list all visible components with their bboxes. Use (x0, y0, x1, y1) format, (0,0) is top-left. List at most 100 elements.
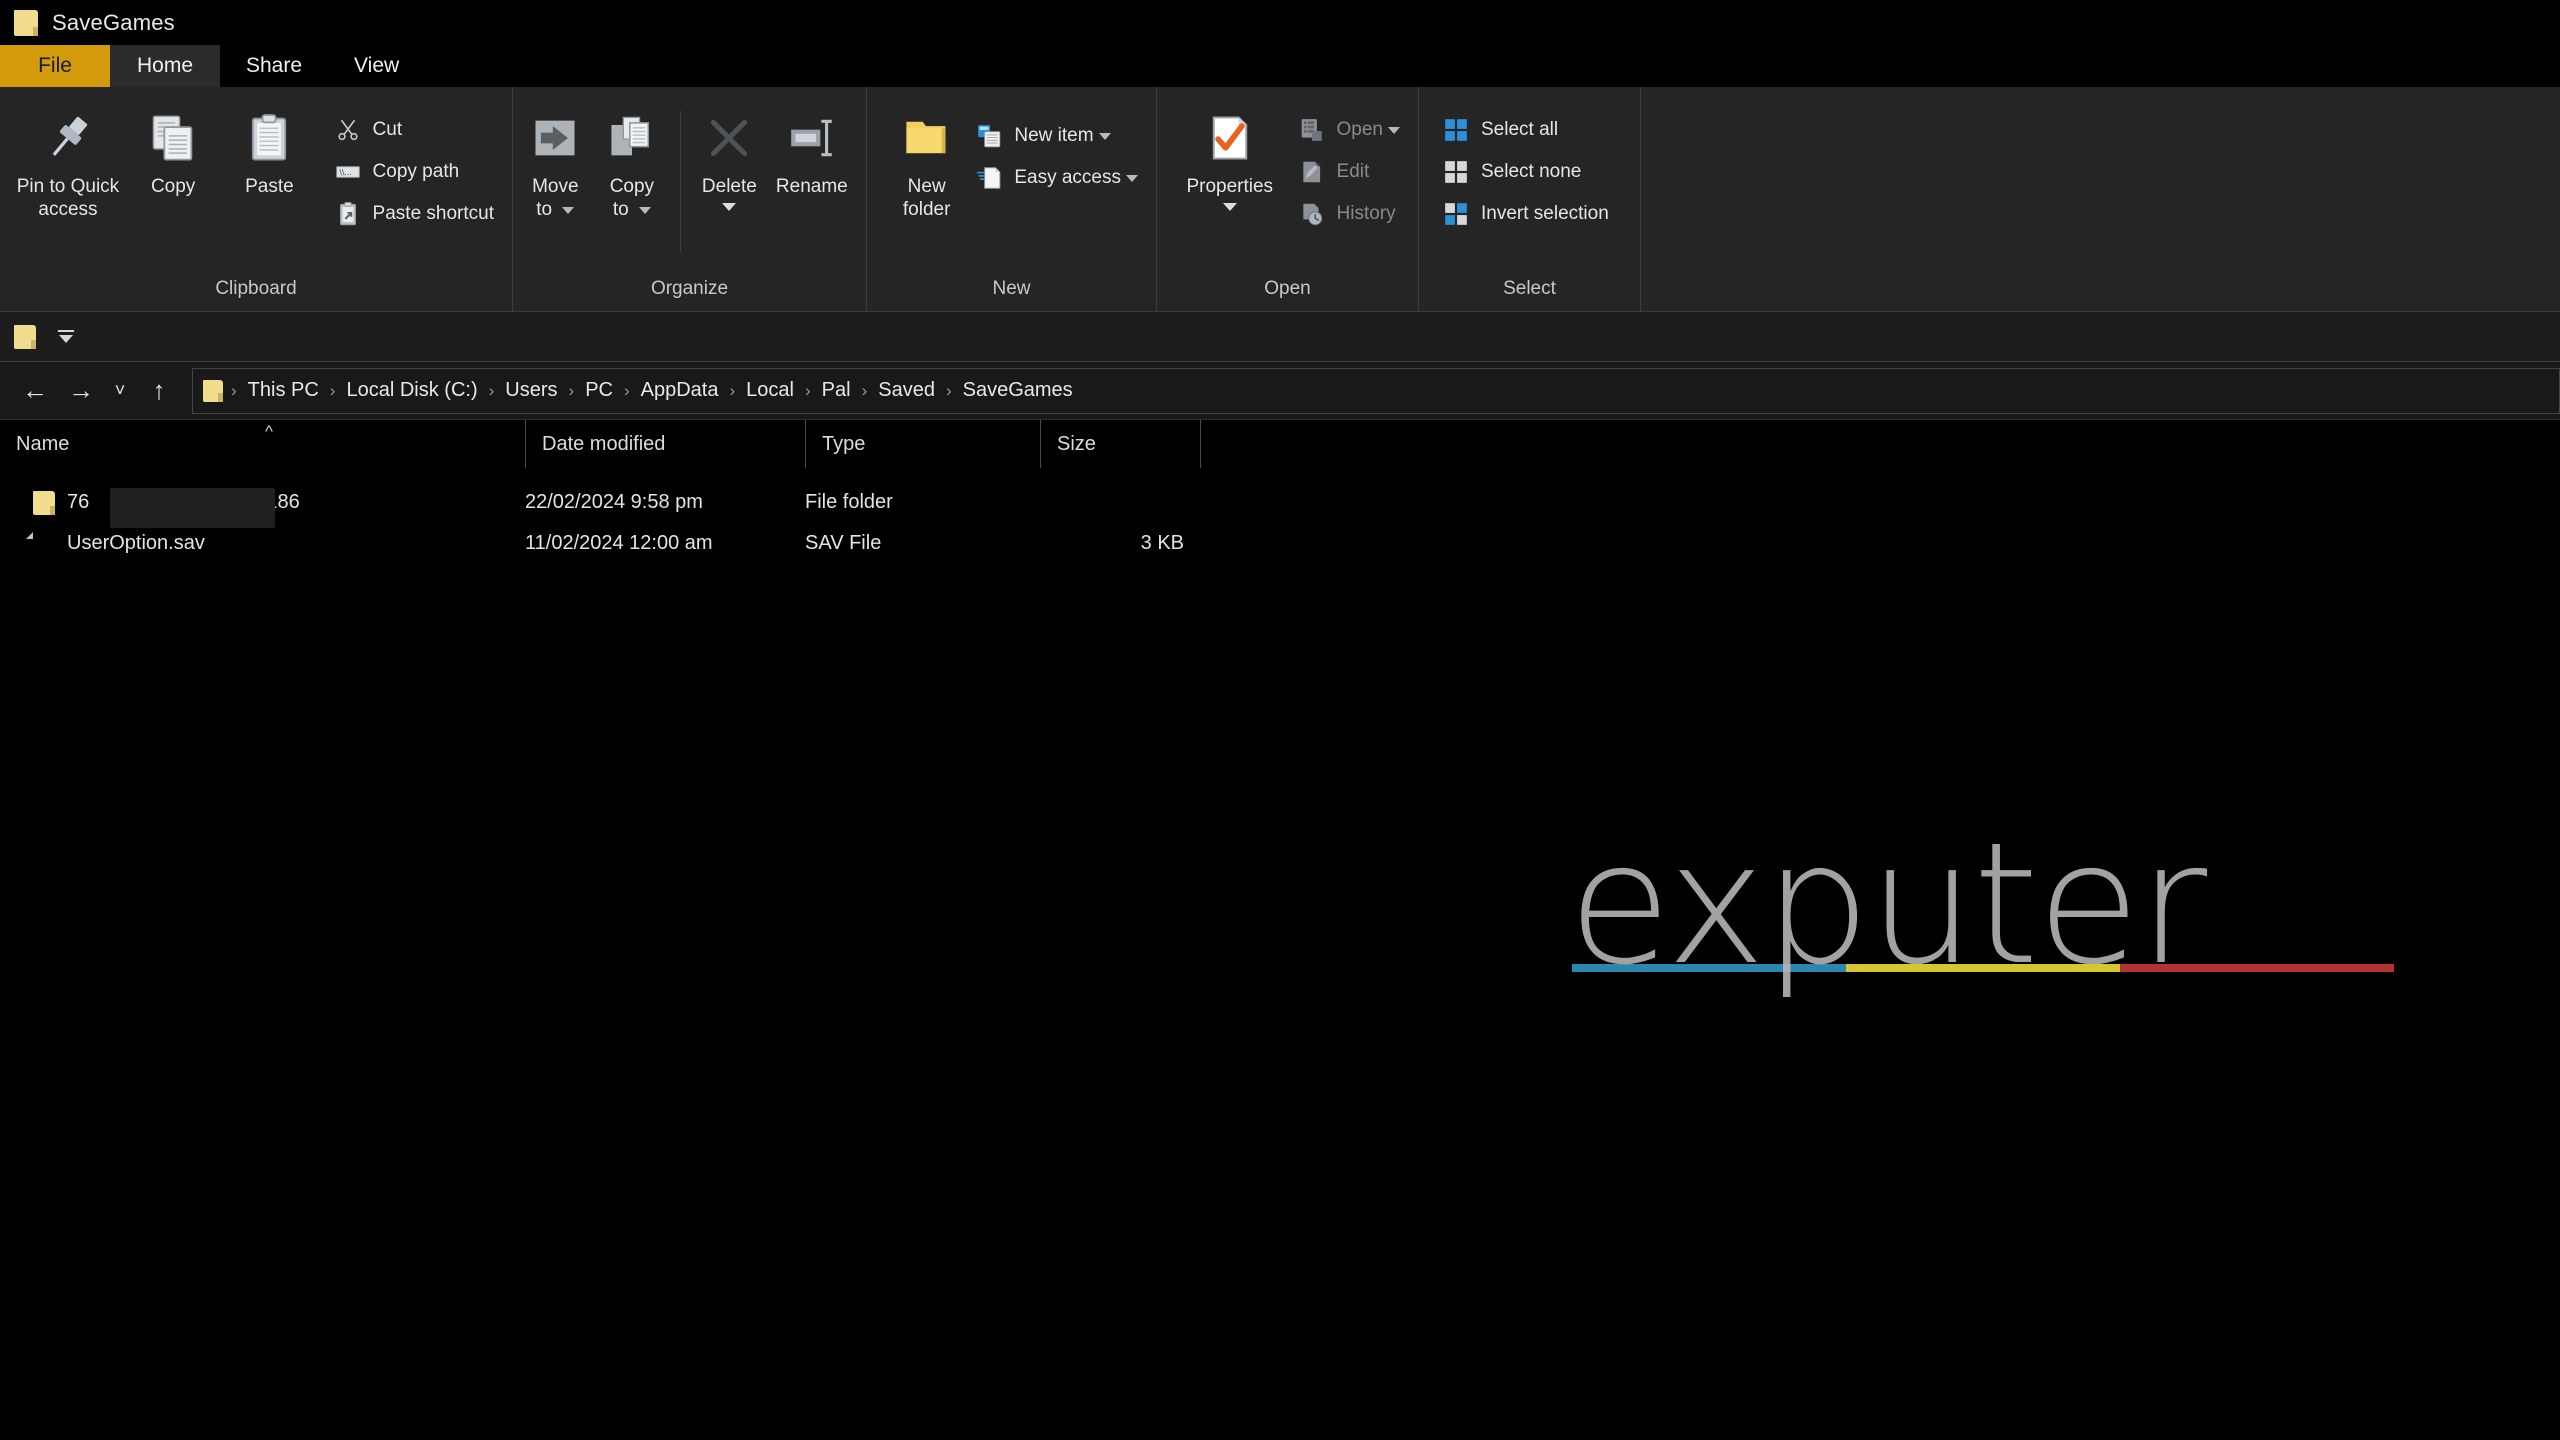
open-button[interactable]: Open (1293, 109, 1408, 151)
chevron-down-icon[interactable] (1126, 174, 1138, 182)
ribbon-group-label-open: Open (1264, 278, 1311, 299)
breadcrumb-local[interactable]: Local (737, 379, 803, 402)
column-header-row: ^ Name Date modified Type Size (0, 420, 2560, 468)
column-header-date-modified[interactable]: Date modified (525, 420, 805, 468)
move-to-icon (529, 107, 581, 169)
chevron-down-icon[interactable] (638, 206, 651, 214)
new-item-button[interactable]: New item (970, 115, 1146, 157)
folder-icon (33, 490, 55, 515)
file-list: 76 5186 22/02/2024 9:58 pm File folder U… (0, 482, 2560, 564)
tab-home[interactable]: Home (110, 45, 220, 87)
watermark-bar-blue (1572, 964, 1846, 972)
file-type-cell: SAV File (805, 532, 882, 554)
tab-view[interactable]: View (328, 45, 426, 87)
divider (680, 111, 682, 252)
breadcrumb-pc[interactable]: PC (576, 379, 622, 402)
file-name-cell[interactable]: UserOption.sav (0, 532, 525, 556)
select-all-button[interactable]: Select all (1437, 109, 1617, 151)
properties-label: Properties (1186, 176, 1274, 197)
breadcrumb-separator: › (804, 380, 811, 400)
copy-icon (147, 107, 199, 169)
forward-button[interactable]: → (58, 368, 104, 414)
copy-to-label: Copy to (609, 176, 655, 221)
select-all-icon (1441, 115, 1471, 145)
paste-button[interactable]: Paste (220, 101, 318, 198)
column-header-size[interactable]: Size (1040, 420, 1200, 468)
ribbon-group-label-new: New (992, 278, 1031, 299)
history-button[interactable]: History (1293, 193, 1408, 235)
pin-icon (40, 107, 96, 169)
delete-icon (704, 107, 754, 169)
chevron-down-icon[interactable] (1222, 203, 1237, 212)
new-folder-button[interactable]: New folder (889, 101, 964, 221)
new-folder-label: New folder (902, 176, 951, 221)
select-none-button[interactable]: Select none (1437, 151, 1617, 193)
edit-button[interactable]: Edit (1293, 151, 1408, 193)
file-type-cell: File folder (805, 491, 893, 513)
cut-button[interactable]: Cut (329, 109, 502, 151)
new-small-commands: New item Easy access (970, 101, 1146, 199)
tab-share[interactable]: Share (220, 45, 329, 87)
svg-text:\\...: \\... (339, 168, 351, 177)
chevron-down-icon[interactable] (1388, 126, 1400, 134)
chevron-down-icon[interactable] (1098, 132, 1111, 140)
breadcrumb-pal[interactable]: Pal (813, 379, 860, 402)
file-date-modified-cell: 22/02/2024 9:58 pm (525, 491, 703, 513)
chevron-down-icon[interactable] (562, 206, 575, 214)
paste-shortcut-button[interactable]: Paste shortcut (329, 193, 502, 235)
file-name-prefix: 76 (67, 491, 90, 513)
breadcrumb-this-pc[interactable]: This PC (239, 379, 328, 402)
sort-ascending-icon: ^ (265, 422, 273, 441)
up-button[interactable]: ↑ (136, 368, 182, 414)
copy-to-button[interactable]: Copy to (594, 101, 671, 221)
breadcrumb-saved[interactable]: Saved (869, 379, 944, 402)
easy-access-button[interactable]: Easy access (970, 157, 1146, 199)
chevron-down-icon[interactable] (722, 203, 737, 212)
table-row[interactable]: UserOption.sav 11/02/2024 12:00 am SAV F… (0, 523, 2560, 564)
recent-locations-button[interactable]: ˅ (104, 368, 136, 414)
back-button[interactable]: ← (12, 368, 58, 414)
breadcrumb-separator: › (231, 380, 237, 400)
copy-button[interactable]: Copy (126, 101, 220, 198)
select-all-label: Select all (1481, 119, 1559, 140)
ribbon-tab-strip: File Home Share View (0, 45, 2560, 87)
open-icon (1297, 115, 1327, 145)
easy-access-label: Easy access (1014, 167, 1121, 188)
move-to-button[interactable]: Move to (517, 101, 594, 221)
paste-icon (243, 107, 295, 169)
select-none-label: Select none (1481, 161, 1582, 182)
window-title: SaveGames (52, 9, 175, 35)
pin-to-quick-access-button[interactable]: Pin to Quick access (10, 101, 126, 221)
ribbon-group-label-clipboard: Clipboard (215, 278, 297, 299)
breadcrumb-appdata[interactable]: AppData (632, 379, 728, 402)
tab-file[interactable]: File (0, 45, 110, 87)
open-small-commands: Open Edit History (1293, 101, 1408, 235)
copy-path-button[interactable]: \\... Copy path (329, 151, 502, 193)
ribbon-filler (1641, 87, 2560, 311)
column-header-type[interactable]: Type (805, 420, 1040, 468)
copy-to-icon (606, 107, 658, 169)
table-row[interactable]: 76 5186 22/02/2024 9:58 pm File folder (0, 482, 2560, 528)
file-name-cell[interactable]: 76 5186 (0, 487, 525, 528)
column-header-name-label: Name (16, 432, 70, 455)
column-header-name[interactable]: ^ Name (0, 420, 525, 468)
new-folder-icon (901, 107, 953, 169)
address-field[interactable]: › This PC › Local Disk (C:) › Users › PC… (192, 367, 2560, 414)
breadcrumb-separator: › (568, 380, 575, 400)
ribbon-group-label-select: Select (1503, 278, 1556, 299)
breadcrumb-local-disk-c[interactable]: Local Disk (C:) (337, 379, 486, 402)
rename-button[interactable]: Rename (768, 101, 856, 198)
ribbon-group-new: New folder New item Easy access New (867, 87, 1157, 311)
file-size-cell: 3 KB (1140, 532, 1184, 554)
properties-button[interactable]: Properties (1171, 101, 1289, 212)
delete-button[interactable]: Delete (691, 101, 768, 212)
customize-quick-access-icon[interactable] (58, 330, 74, 343)
ribbon-group-label-organize: Organize (650, 278, 729, 299)
column-header-end-divider (1200, 420, 1201, 468)
folder-icon (203, 379, 223, 402)
invert-selection-button[interactable]: Invert selection (1437, 193, 1617, 235)
breadcrumb-savegames[interactable]: SaveGames (954, 379, 1082, 402)
breadcrumb-users[interactable]: Users (496, 379, 566, 402)
column-header-date-modified-label: Date modified (542, 432, 666, 455)
file-name-prefix: UserOption.sav (67, 532, 205, 554)
